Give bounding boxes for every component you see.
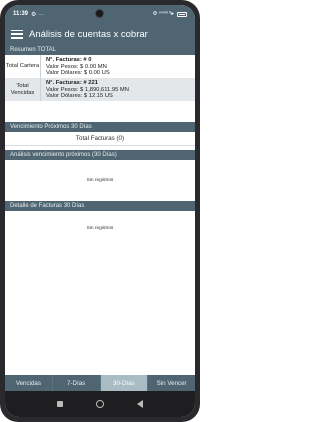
triangle-back-icon[interactable] <box>136 400 143 408</box>
status-bar: 11:39 ⚙ ··· ⚙ ᵛᵒ⁴ᴳ ᴵᴵ▸ <box>5 5 195 23</box>
resumen-header: Resumen TOTAL <box>5 45 195 55</box>
pesos-value: Valor Pesos: $ 1,890,611.95 MN <box>46 86 129 93</box>
status-signal: ⚙ ᵛᵒ⁴ᴳ ᴵᴵ▸ <box>152 11 174 17</box>
status-extra: ⚙ ··· <box>31 11 45 18</box>
summary-row-total-vencidas: Total Vencidas N°. Facturas: # 221 Valor… <box>5 78 195 101</box>
phone-frame: 11:39 ⚙ ··· ⚙ ᵛᵒ⁴ᴳ ᴵᴵ▸ Análisis de cuent… <box>0 0 200 422</box>
screen: 11:39 ⚙ ··· ⚙ ᵛᵒ⁴ᴳ ᴵᴵ▸ Análisis de cuent… <box>5 5 195 417</box>
summary-row-total-cartera: Total Cartera N°. Facturas: # 0 Valor Pe… <box>5 55 195 78</box>
pesos-value: Valor Pesos: $ 0.00 MN <box>46 63 107 70</box>
summary-label: Total Vencidas <box>5 78 41 101</box>
detalle-header: Detalle de Facturas 30 Días <box>5 201 195 211</box>
facturas-value: N°. Facturas: # 221 <box>46 80 98 86</box>
dolares-value: Valor Dólares: $ 12.15 US <box>46 93 113 100</box>
summary-label: Total Cartera <box>5 55 41 78</box>
square-icon[interactable] <box>57 401 64 407</box>
circle-icon[interactable] <box>95 400 104 408</box>
analisis-empty-text: Sin registros <box>86 178 114 183</box>
analisis-header: Análisis vencimiento próximos (30 Días) <box>5 150 195 160</box>
page-title: Análisis de cuentas x cobrar <box>29 28 148 40</box>
facturas-value: N°. Facturas: # 0 <box>46 57 92 63</box>
app-bar: Análisis de cuentas x cobrar <box>5 23 195 45</box>
total-facturas: Total Facturas (0) <box>5 132 195 146</box>
battery-icon <box>177 11 187 17</box>
detalle-empty-text: Sin registros <box>86 226 114 231</box>
bottom-tabs: Vencidas 7-Días 30-Días Sin Vencer <box>5 375 195 391</box>
tab-vencidas[interactable]: Vencidas <box>5 375 53 391</box>
tab-30-dias[interactable]: 30-Días <box>100 375 149 391</box>
hamburger-icon[interactable] <box>11 29 23 39</box>
status-time: 11:39 <box>13 11 29 17</box>
tab-sin-vencer[interactable]: Sin Vencer <box>148 375 195 391</box>
vencimiento-header: Vencimiento Próximos 30 Días <box>5 122 195 132</box>
tab-7-dias[interactable]: 7-Días <box>53 375 101 391</box>
dolares-value: Valor Dólares: $ 0.00 US <box>46 70 110 77</box>
front-camera <box>95 9 104 18</box>
system-nav-bar <box>5 391 195 417</box>
